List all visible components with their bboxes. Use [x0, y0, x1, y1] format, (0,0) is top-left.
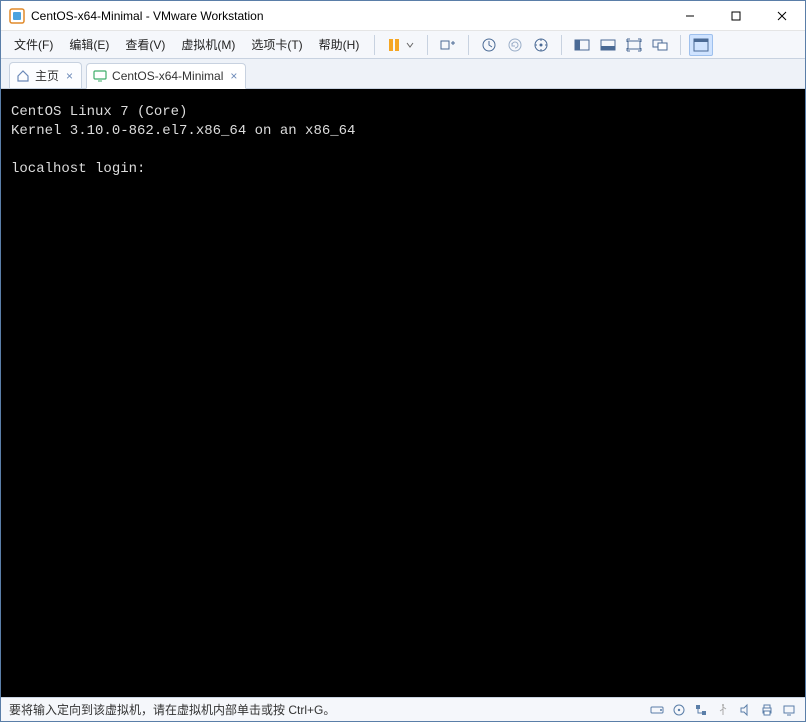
- window-title: CentOS-x64-Minimal - VMware Workstation: [31, 9, 264, 23]
- menu-view[interactable]: 查看(V): [118, 32, 172, 57]
- pause-icon: [385, 36, 403, 54]
- stretch-guest-button[interactable]: [622, 34, 646, 56]
- home-icon: [16, 69, 30, 83]
- sound-icon[interactable]: [737, 702, 753, 718]
- snapshot-take-button[interactable]: [477, 34, 501, 56]
- toolbar-separator: [561, 35, 562, 55]
- chevron-down-icon[interactable]: [403, 34, 417, 56]
- show-console-button[interactable]: [570, 34, 594, 56]
- status-text: 要将输入定向到该虚拟机，请在虚拟机内部单击或按 Ctrl+G。: [9, 701, 641, 718]
- network-icon[interactable]: [693, 702, 709, 718]
- tab-vm[interactable]: CentOS-x64-Minimal ×: [86, 63, 246, 89]
- menu-help[interactable]: 帮助(H): [312, 32, 367, 57]
- unity-mode-button[interactable]: [648, 34, 672, 56]
- statusbar: 要将输入定向到该虚拟机，请在虚拟机内部单击或按 Ctrl+G。: [1, 697, 805, 721]
- send-ctrl-alt-del-button[interactable]: [436, 34, 460, 56]
- menu-file[interactable]: 文件(F): [7, 32, 60, 57]
- thumbnail-view-button[interactable]: [596, 34, 620, 56]
- vmware-app-icon: [9, 8, 25, 24]
- console-line: Kernel 3.10.0-862.el7.x86_64 on an x86_6…: [11, 123, 355, 139]
- cdrom-icon[interactable]: [671, 702, 687, 718]
- toolbar-separator: [468, 35, 469, 55]
- menu-tabs[interactable]: 选项卡(T): [244, 32, 309, 57]
- tab-home[interactable]: 主页 ×: [9, 62, 82, 88]
- minimize-button[interactable]: [667, 1, 713, 31]
- tab-home-label: 主页: [35, 67, 59, 84]
- display-icon[interactable]: [781, 702, 797, 718]
- toolbar-separator: [680, 35, 681, 55]
- pause-vm-button[interactable]: [385, 34, 417, 56]
- tab-close-button[interactable]: ×: [228, 69, 239, 83]
- menu-vm[interactable]: 虚拟机(M): [174, 32, 242, 57]
- console-line: CentOS Linux 7 (Core): [11, 104, 187, 120]
- tabstrip: 主页 × CentOS-x64-Minimal ×: [1, 59, 805, 89]
- toolbar-separator: [427, 35, 428, 55]
- fullscreen-button[interactable]: [689, 34, 713, 56]
- tab-vm-label: CentOS-x64-Minimal: [112, 69, 223, 83]
- snapshot-revert-button[interactable]: [503, 34, 527, 56]
- menu-edit[interactable]: 编辑(E): [62, 32, 116, 57]
- device-tray: [649, 702, 797, 718]
- tab-close-button[interactable]: ×: [64, 69, 75, 83]
- maximize-button[interactable]: [713, 1, 759, 31]
- close-button[interactable]: [759, 1, 805, 31]
- console-login-prompt: localhost login:: [11, 161, 145, 177]
- printer-icon[interactable]: [759, 702, 775, 718]
- harddisk-icon[interactable]: [649, 702, 665, 718]
- monitor-icon: [93, 69, 107, 83]
- vm-console[interactable]: CentOS Linux 7 (Core) Kernel 3.10.0-862.…: [1, 89, 805, 697]
- snapshot-manager-button[interactable]: [529, 34, 553, 56]
- titlebar: CentOS-x64-Minimal - VMware Workstation: [1, 1, 805, 31]
- usb-icon[interactable]: [715, 702, 731, 718]
- menubar: 文件(F) 编辑(E) 查看(V) 虚拟机(M) 选项卡(T) 帮助(H): [1, 31, 805, 59]
- toolbar-separator: [374, 35, 375, 55]
